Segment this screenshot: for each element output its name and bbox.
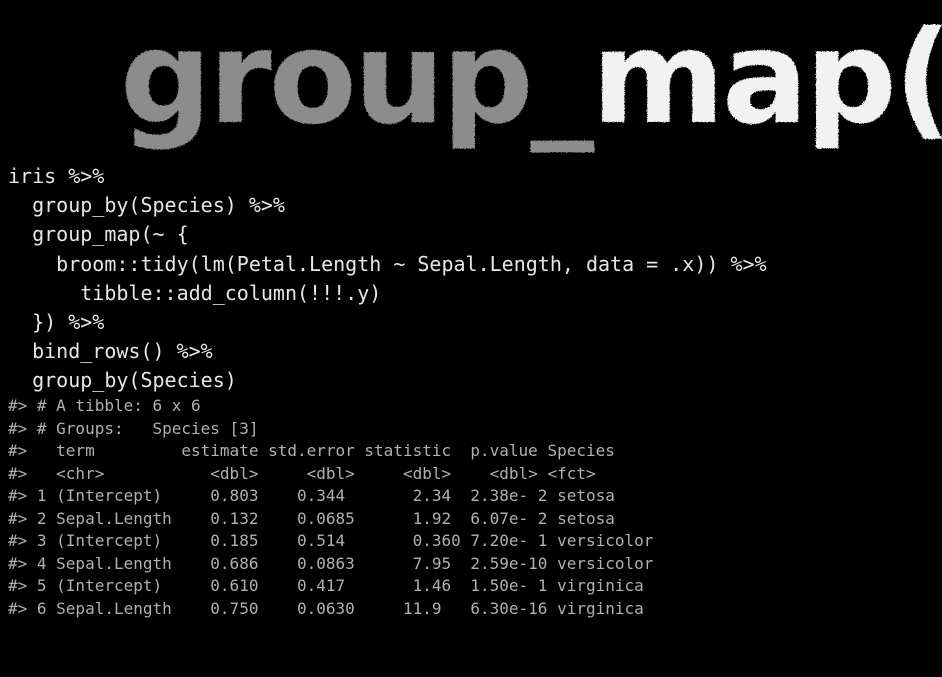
- title-banner: group_map(): [120, 0, 942, 170]
- title-part-group: group_: [120, 4, 594, 153]
- output-header-row: #> term estimate std.error statistic p.v…: [8, 441, 615, 460]
- code-block: iris %>% group_by(Species) %>% group_map…: [8, 162, 767, 396]
- code-line: group_map(~ {: [8, 222, 189, 247]
- output-table-row: #> 5 (Intercept) 0.610 0.417 1.46 1.50e-…: [8, 576, 644, 595]
- output-type-row: #> <chr> <dbl> <dbl> <dbl> <dbl> <fct>: [8, 463, 596, 483]
- code-line: group_by(Species): [8, 368, 237, 393]
- title-part-map: map(): [591, 4, 942, 153]
- output-table-row: #> 6 Sepal.Length 0.750 0.0630 11.9 6.30…: [8, 598, 644, 618]
- output-table-row: #> 3 (Intercept) 0.185 0.514 0.360 7.20e…: [8, 531, 654, 550]
- code-line: group_by(Species) %>%: [8, 193, 285, 218]
- output-line: #> # Groups: Species [3]: [8, 418, 259, 438]
- svg-text:group_map(): group_map(): [120, 4, 942, 153]
- code-line: }) %>%: [8, 310, 105, 335]
- output-table-row: #> 4 Sepal.Length 0.686 0.0863 7.95 2.59…: [8, 553, 654, 573]
- title-graphic: group_map(): [120, 4, 942, 153]
- console-output: #> # A tibble: 6 x 6 #> # Groups: Species…: [8, 395, 653, 620]
- code-line: bind_rows() %>%: [8, 339, 213, 364]
- output-table-row: #> 1 (Intercept) 0.803 0.344 2.34 2.38e-…: [8, 486, 615, 505]
- output-line: #> # A tibble: 6 x 6: [8, 396, 201, 415]
- code-line: tibble::add_column(!!!.y): [8, 280, 382, 305]
- code-line: iris %>%: [8, 164, 105, 188]
- output-table-row: #> 2 Sepal.Length 0.132 0.0685 1.92 6.07…: [8, 508, 615, 528]
- code-line: broom::tidy(lm(Petal.Length ~ Sepal.Leng…: [8, 251, 767, 276]
